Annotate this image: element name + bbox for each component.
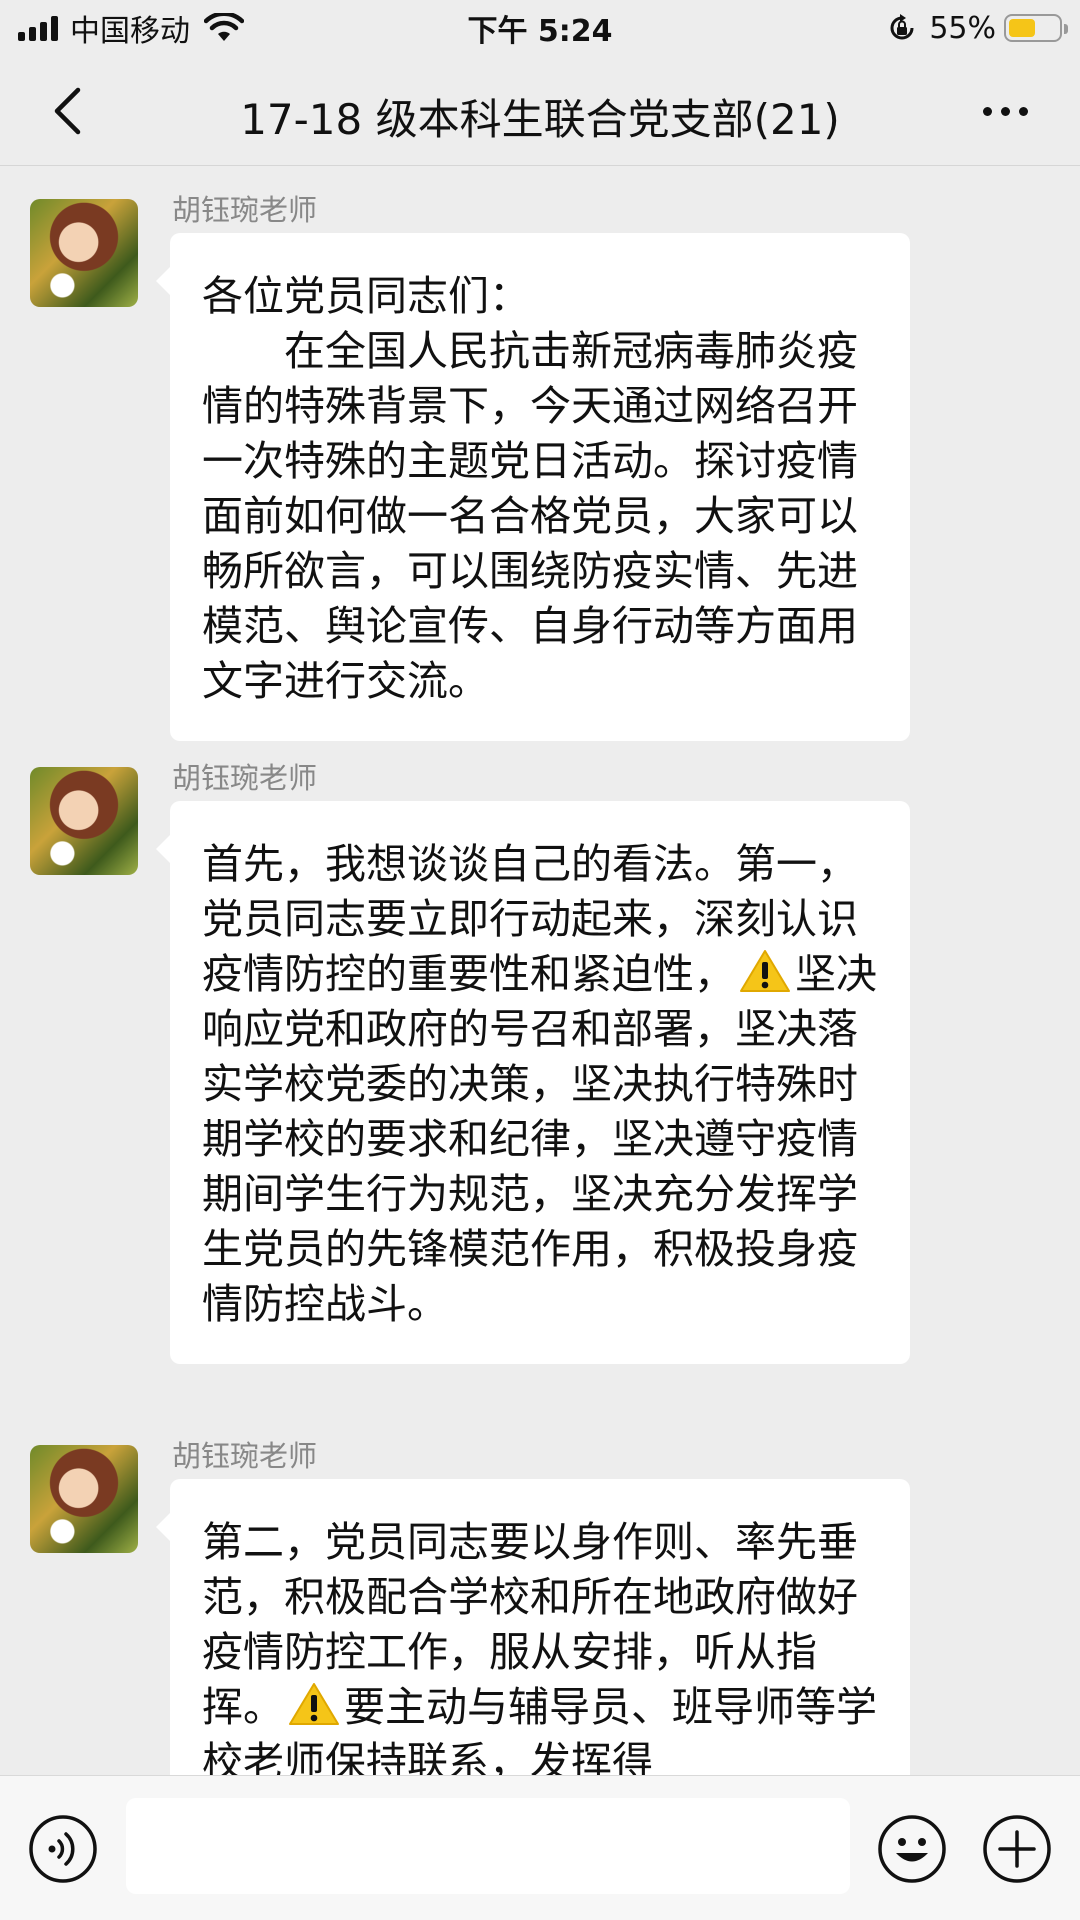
sender-name: 胡钰琬老师 xyxy=(172,1439,318,1473)
message-input[interactable] xyxy=(126,1798,850,1894)
avatar[interactable] xyxy=(30,199,138,307)
nav-bar: 17-18 级本科生联合党支部(21) xyxy=(0,56,1080,166)
chevron-left-icon xyxy=(54,87,81,135)
avatar[interactable] xyxy=(30,1445,138,1553)
status-right: 55% xyxy=(887,8,1068,48)
warning-icon xyxy=(289,1683,339,1725)
voice-icon[interactable] xyxy=(28,1814,98,1884)
message-bubble[interactable]: 各位党员同志们： 在全国人民抗击新冠病毒肺炎疫情的特殊背景下，今天通过网络召开一… xyxy=(156,233,910,741)
battery-icon xyxy=(1004,14,1068,42)
warning-icon xyxy=(740,950,790,992)
emoji-icon[interactable] xyxy=(877,1814,947,1884)
sender-name: 胡钰琬老师 xyxy=(172,761,318,795)
battery-fill xyxy=(1009,19,1035,37)
plus-icon[interactable] xyxy=(982,1814,1052,1884)
chat-title: 17-18 级本科生联合党支部(21) xyxy=(240,95,840,144)
back-button[interactable] xyxy=(40,84,94,138)
message-bubble[interactable]: 首先，我想谈谈自己的看法。第一，党员同志要立即行动起来，深刻认识疫情防控的重要性… xyxy=(156,801,910,1364)
input-bar xyxy=(0,1775,1080,1920)
rotation-lock-icon xyxy=(890,14,914,40)
chat-screen: 中国移动 下午 5:24 55% 17-18 级本科生联合党支部(21) 胡钰琬… xyxy=(0,0,1080,1920)
message-text: 坚决响应党和政府的号召和部署，坚决落实学校党委的决策，坚决执行特殊时期学校的要求… xyxy=(202,950,877,1328)
sender-name: 胡钰琬老师 xyxy=(172,193,318,227)
battery-percent: 55% xyxy=(929,10,996,46)
avatar[interactable] xyxy=(30,767,138,875)
more-button[interactable] xyxy=(970,86,1040,136)
status-bar: 中国移动 下午 5:24 55% xyxy=(0,0,1080,56)
message-bubble[interactable]: 第二，党员同志要以身作则、率先垂范，积极配合学校和所在地政府做好疫情防控工作，服… xyxy=(156,1479,910,1775)
message-list[interactable]: 胡钰琬老师 各位党员同志们： 在全国人民抗击新冠病毒肺炎疫情的特殊背景下，今天通… xyxy=(0,167,1080,1775)
more-dots-icon xyxy=(982,106,992,116)
